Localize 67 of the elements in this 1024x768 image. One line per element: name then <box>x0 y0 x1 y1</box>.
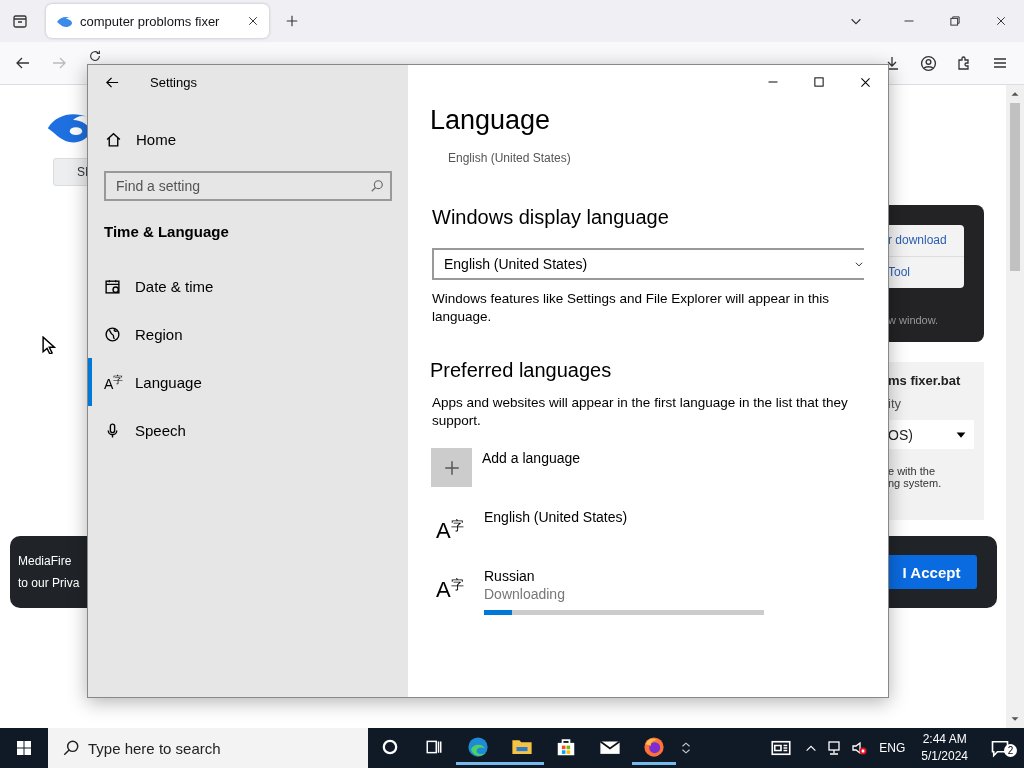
description-text: Apps and websites will appear in the first language in the list that they support. <box>432 394 849 430</box>
home-icon <box>105 130 122 148</box>
new-tab-icon[interactable] <box>285 14 299 28</box>
calendar-clock-icon <box>104 277 121 295</box>
note-text: e with the <box>888 465 937 477</box>
section-heading: Windows display language <box>432 205 670 230</box>
field-label: ity <box>888 396 902 411</box>
scrollbar[interactable] <box>1006 85 1024 728</box>
add-language-link[interactable]: Add a language <box>482 450 581 466</box>
note-text: ng system. <box>888 477 943 489</box>
search-icon <box>62 739 80 757</box>
plus-icon[interactable] <box>442 458 461 477</box>
swirl-icon[interactable] <box>467 735 489 758</box>
download-link[interactable]: Tool <box>888 257 964 288</box>
notifications-icon[interactable] <box>990 738 1010 758</box>
search-icon <box>370 179 384 193</box>
notification-count: 2 <box>1004 744 1017 757</box>
news-icon[interactable] <box>771 738 792 758</box>
scroll-thumb[interactable] <box>1010 103 1020 271</box>
language-icon: A$^{字}$ <box>436 509 470 543</box>
restore-icon[interactable] <box>949 15 961 27</box>
tab-list-icon[interactable] <box>12 13 28 29</box>
clock-time[interactable]: 2:44 AM <box>921 731 968 748</box>
language-dropdown[interactable]: English (United States) <box>432 248 864 280</box>
current-language: English (United States) <box>448 151 572 165</box>
os-select[interactable]: OS) <box>888 420 974 449</box>
section-title: Time & Language <box>103 223 230 240</box>
reload-icon[interactable] <box>88 49 102 63</box>
close-tab-icon[interactable] <box>247 15 259 27</box>
banner-text: MediaFire <box>18 553 73 570</box>
circle-icon[interactable] <box>381 737 399 756</box>
maximize-icon[interactable] <box>813 76 825 88</box>
description-text: Windows features like Settings and File Explorer will appear in this language. <box>432 290 830 326</box>
forward-icon <box>51 55 67 71</box>
clock-date[interactable]: 5/1/2024 <box>921 748 968 765</box>
globe-icon <box>104 325 121 343</box>
window-title: Settings <box>150 74 197 90</box>
input-language[interactable]: ENG <box>871 741 914 755</box>
browser-tab[interactable]: computer probloms fixer <box>46 4 269 38</box>
taskbar-search-field[interactable]: Type here to search <box>48 728 368 768</box>
nav-item[interactable]: Speech <box>88 406 408 454</box>
nav-item[interactable]: Date & time <box>88 262 408 310</box>
page-title: Language <box>430 104 552 137</box>
accept-button[interactable]: I Accept <box>886 555 977 589</box>
menu-icon[interactable] <box>992 55 1008 71</box>
close-icon[interactable] <box>858 75 872 89</box>
home-link[interactable]: Home <box>88 127 408 151</box>
scroll-arrows-icon[interactable] <box>679 741 693 755</box>
language-name[interactable]: English (United States) <box>484 509 628 525</box>
section-heading: Preferred languages <box>430 358 613 383</box>
search-field[interactable]: Find a setting <box>104 171 392 201</box>
file-name: ms fixer.bat <box>888 373 962 388</box>
account-icon[interactable] <box>919 54 937 72</box>
puzzle-icon[interactable] <box>956 55 972 71</box>
fox-globe-icon[interactable] <box>643 735 665 758</box>
language-status: Downloading <box>484 586 566 603</box>
volume-muted-icon[interactable] <box>851 740 868 756</box>
banner-text: to our Priva <box>18 575 80 592</box>
start-icon[interactable] <box>16 740 32 756</box>
close-icon[interactable] <box>995 15 1007 27</box>
nav-item[interactable]: Region <box>88 310 408 358</box>
language-icon: A$^{字}$ <box>104 372 121 392</box>
language-name[interactable]: Russian <box>484 568 764 585</box>
language-icon: A$^{字}$ <box>436 568 470 602</box>
chevron-down-icon <box>854 259 864 269</box>
back-icon[interactable] <box>15 55 31 71</box>
nav-item[interactable]: A$^{字}$ Language <box>88 358 408 406</box>
